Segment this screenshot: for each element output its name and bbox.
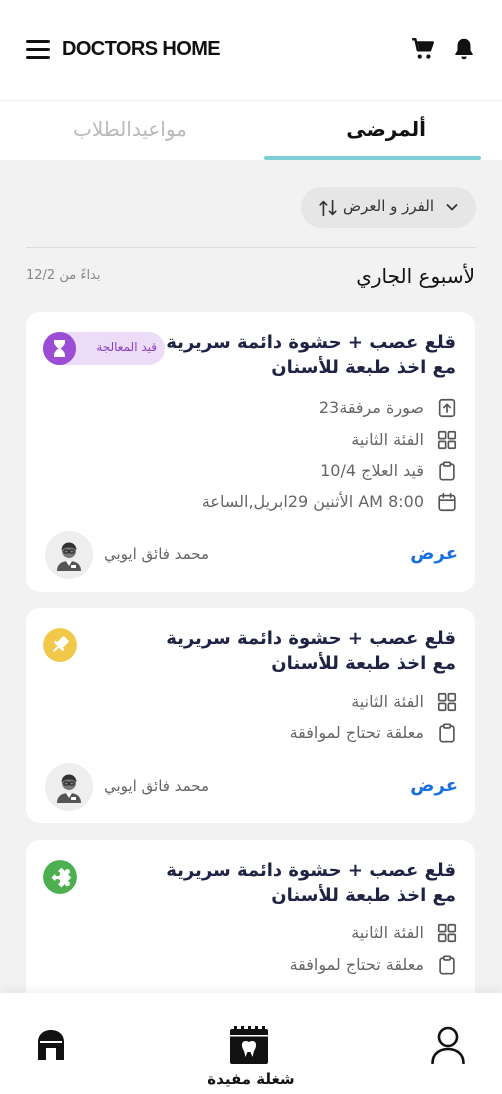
attachments-text: 23صورة مرفقة (318, 398, 424, 417)
home-icon[interactable] (35, 1028, 67, 1062)
section-since-date: بداءً من 12/2 (26, 268, 101, 283)
case-title: قلع عصب + حشوة دائمة سريرية مع اخذ طبعة … (166, 860, 456, 906)
treatment-row: قيد العلاج 10/4 (158, 459, 458, 483)
divider (26, 247, 476, 248)
hourglass-icon (43, 332, 76, 365)
clipboard-icon (439, 955, 455, 975)
category-row: الفئة الثانية (158, 690, 458, 714)
pin-icon (43, 628, 77, 662)
pending-row: معلقة تحتاج لموافقة (158, 953, 458, 977)
datetime-text: الأثنين 29ابريل,الساعة AM 8:00 (201, 492, 424, 511)
tab-patients[interactable]: ألمرضى (346, 117, 426, 141)
case-title: قلع عصب + حشوة دائمة سريرية مع اخذ طبعة … (166, 332, 456, 378)
calendar-icon (438, 492, 456, 512)
profile-icon[interactable] (430, 1026, 466, 1064)
doctor-avatar (45, 531, 93, 579)
sort-arrows-icon (319, 199, 337, 217)
category-text: الفئة الثانية (351, 692, 424, 711)
category-text: الفئة الثانية (351, 923, 424, 942)
pending-row: معلقة تحتاج لموافقة (158, 721, 458, 745)
doctor-name: محمد فائق ايوبي (104, 545, 209, 563)
category-text: الفئة الثانية (351, 430, 424, 449)
attachments-row: 23صورة مرفقة (158, 396, 458, 420)
case-title: قلع عصب + حشوة دائمة سريرية مع اخذ طبعة … (166, 628, 456, 674)
tab-student-appointments[interactable]: مواعيدالطلاب (73, 117, 187, 141)
clipboard-icon (439, 461, 455, 481)
upload-file-icon (438, 398, 456, 418)
section-title: لأسبوع الجاري (356, 264, 475, 288)
grid-icon (437, 923, 457, 943)
status-badge-label: قيد المعالجة (96, 340, 157, 354)
grid-icon (437, 430, 457, 450)
tab-bar: ألمرضى مواعيدالطلاب (0, 100, 502, 160)
category-row: الفئة الثانية (158, 428, 458, 452)
bell-icon[interactable] (451, 36, 477, 62)
hamburger-menu-icon[interactable] (26, 40, 50, 59)
app-logo: DOCTORS HOME (62, 38, 221, 60)
cart-icon[interactable] (410, 36, 436, 62)
treatment-text: قيد العلاج 10/4 (320, 461, 424, 480)
pending-text: معلقة تحتاج لموافقة (289, 723, 424, 742)
chevron-down-icon (446, 204, 458, 211)
bottom-navigation: شغلة مفيدة (0, 993, 502, 1094)
pending-text: معلقة تحتاج لموافقة (289, 955, 424, 974)
grid-icon (437, 692, 457, 712)
view-button[interactable]: عرض (410, 543, 458, 564)
doctor-avatar (45, 763, 93, 811)
view-button[interactable]: عرض (410, 775, 458, 796)
datetime-row: الأثنين 29ابريل,الساعة AM 8:00 (158, 490, 458, 514)
app-header: DOCTORS HOME (0, 0, 502, 100)
clipboard-icon (439, 723, 455, 743)
status-badge: قيد المعالجة (43, 332, 165, 365)
case-card[interactable]: قلع عصب + حشوة دائمة سريرية مع اخذ طبعة … (26, 608, 475, 823)
puzzle-icon (43, 860, 77, 894)
category-row: الفئة الثانية (158, 921, 458, 945)
doctor-name: محمد فائق ايوبي (104, 777, 209, 795)
sort-filter-button[interactable]: الفرز و العرض (301, 187, 476, 228)
sort-label: الفرز و العرض (342, 197, 434, 215)
case-card[interactable]: قلع عصب + حشوة دائمة سريرية مع اخذ طبعة … (26, 312, 475, 592)
active-tab-indicator (264, 156, 481, 160)
useful-tooth-calendar-icon[interactable] (229, 1025, 269, 1065)
nav-useful-label[interactable]: شغلة مفيدة (0, 1070, 502, 1088)
